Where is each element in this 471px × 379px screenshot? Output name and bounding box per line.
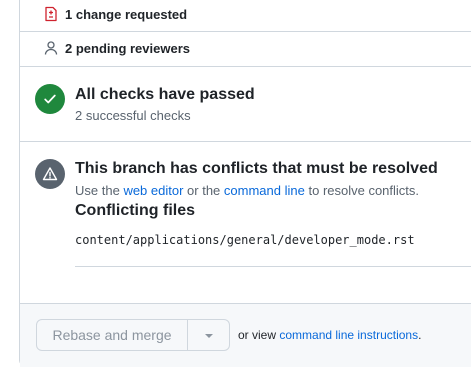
conflicts-desc-prefix: Use the (75, 183, 120, 198)
review-row-pending-reviewers[interactable]: 2 pending reviewers (19, 31, 471, 65)
checks-title: All checks have passed (75, 86, 255, 103)
command-line-instructions-link[interactable]: command line instructions (279, 328, 418, 342)
conflicts-title: This branch has conflicts that must be r… (75, 160, 438, 177)
rebase-and-merge-button[interactable]: Rebase and merge (36, 319, 188, 351)
review-row-change-requested[interactable]: 1 change requested (19, 0, 471, 31)
conflicting-file-path: content/applications/general/developer_m… (75, 233, 415, 247)
triangle-down-icon (204, 326, 214, 344)
file-diff-icon (43, 6, 59, 22)
conflicting-files-heading: Conflicting files (75, 202, 195, 219)
change-requested-label: 1 change requested (65, 6, 188, 22)
conflicts-description: Use the web editor or the command line t… (75, 183, 419, 198)
merge-method-dropdown[interactable] (188, 319, 230, 351)
check-icon (35, 84, 65, 114)
or-view-prefix: or view (238, 328, 277, 342)
divider (19, 66, 471, 67)
or-view-trailing: . (418, 328, 422, 342)
conflicts-desc-middle: or the (187, 183, 221, 198)
web-editor-link[interactable]: web editor (123, 183, 183, 198)
or-view-text: or view command line instructions. (238, 328, 421, 342)
command-line-link[interactable]: command line (224, 183, 305, 198)
divider (19, 141, 471, 142)
checks-subtitle: 2 successful checks (75, 108, 191, 123)
person-icon (43, 40, 59, 56)
pending-reviewers-label: 2 pending reviewers (65, 40, 190, 56)
divider (75, 266, 471, 267)
conflicts-desc-suffix: to resolve conflicts. (308, 183, 420, 198)
alert-icon (35, 159, 65, 189)
merge-button-group: Rebase and merge (36, 319, 230, 351)
